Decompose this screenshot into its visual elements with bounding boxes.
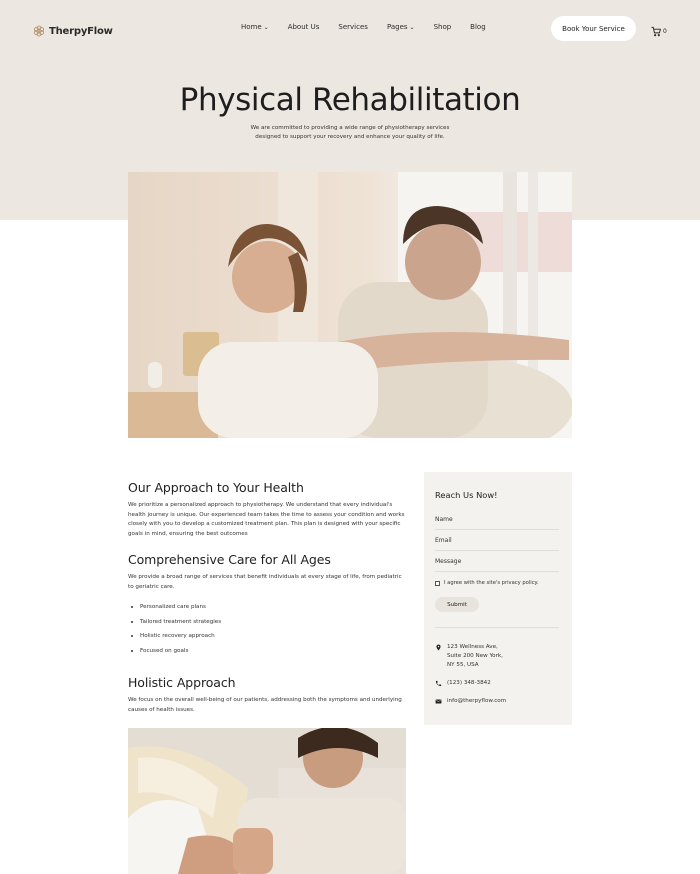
nav-item-label: Shop xyxy=(433,23,452,31)
nav-item-home[interactable]: Home ⌄ xyxy=(241,23,269,31)
sidebar-title: Reach Us Now! xyxy=(435,490,498,500)
address-line: 123 Wellness Ave, xyxy=(447,644,498,650)
location-pin-icon xyxy=(435,643,442,670)
contact-phone[interactable]: (123) 348-3842 xyxy=(435,679,491,691)
hero-image xyxy=(128,172,572,438)
flower-logo-icon xyxy=(33,22,45,41)
contact-address: 123 Wellness Ave, Suite 200 New York, NY… xyxy=(435,643,503,670)
section-heading-holistic: Holistic Approach xyxy=(128,675,236,690)
chevron-down-icon: ⌄ xyxy=(263,23,269,31)
nav-item-label: Pages xyxy=(386,23,408,31)
message-field[interactable]: Message xyxy=(435,558,559,572)
section-heading-care: Comprehensive Care for All Ages xyxy=(128,552,331,567)
phone-number: (123) 348-3842 xyxy=(447,680,491,686)
main-nav: Home ⌄ About Us Services Pages ⌄ Shop Bl… xyxy=(241,23,505,31)
privacy-consent: I agree with the site's privacy policy. xyxy=(435,580,539,586)
contact-sidebar: Reach Us Now! Name Email Message I agree… xyxy=(424,472,572,725)
cart-button[interactable]: 0 xyxy=(651,22,667,41)
nav-item-label: Blog xyxy=(470,23,486,31)
brand-logo[interactable]: TherpyFlow xyxy=(33,22,113,41)
nav-item-label: About Us xyxy=(287,23,320,31)
brand-name: TherpyFlow xyxy=(49,26,113,37)
section-heading-approach: Our Approach to Your Health xyxy=(128,480,304,495)
submit-button[interactable]: Submit xyxy=(435,597,479,612)
email-address: info@therpyflow.com xyxy=(447,698,507,704)
list-item: Holistic recovery approach xyxy=(130,633,221,648)
mail-icon xyxy=(435,697,442,709)
therapy-session-image xyxy=(128,728,406,874)
privacy-checkbox-label: I agree with the site's privacy policy. xyxy=(444,580,539,586)
nav-item-label: Services xyxy=(338,23,368,31)
name-field[interactable]: Name xyxy=(435,516,559,530)
privacy-checkbox[interactable] xyxy=(435,580,440,586)
nav-item-about-us[interactable]: About Us xyxy=(288,23,320,31)
section-body-approach: We prioritize a personalized approach to… xyxy=(128,502,405,537)
email-field[interactable]: Email xyxy=(435,537,559,551)
address-line: NY 55, USA xyxy=(447,662,479,668)
nav-item-shop[interactable]: Shop xyxy=(434,23,452,31)
contact-email[interactable]: info@therpyflow.com xyxy=(435,697,506,709)
book-service-button[interactable]: Book Your Service xyxy=(551,16,636,41)
care-bullet-list: Personalized care plans Tailored treatme… xyxy=(130,604,221,662)
address-line: Suite 200 New York, xyxy=(447,653,503,659)
list-item: Personalized care plans xyxy=(130,604,221,619)
divider xyxy=(435,627,559,628)
page-subtitle: We are committed to providing a wide ran… xyxy=(250,125,450,140)
section-body-care: We provide a broad range of services tha… xyxy=(128,574,402,590)
nav-item-label: Home xyxy=(241,23,262,31)
list-item: Focused on goals xyxy=(130,648,221,663)
list-item: Tailored treatment strategies xyxy=(130,619,221,634)
nav-item-services[interactable]: Services xyxy=(338,23,368,31)
chevron-down-icon: ⌄ xyxy=(409,23,415,31)
cart-count: 0 xyxy=(663,28,667,35)
cart-icon xyxy=(651,22,662,41)
nav-item-pages[interactable]: Pages ⌄ xyxy=(387,23,415,31)
phone-icon xyxy=(435,679,442,691)
nav-item-blog[interactable]: Blog xyxy=(470,23,485,31)
page-title: Physical Rehabilitation xyxy=(179,82,521,118)
section-body-holistic: We focus on the overall well-being of ou… xyxy=(128,697,402,713)
